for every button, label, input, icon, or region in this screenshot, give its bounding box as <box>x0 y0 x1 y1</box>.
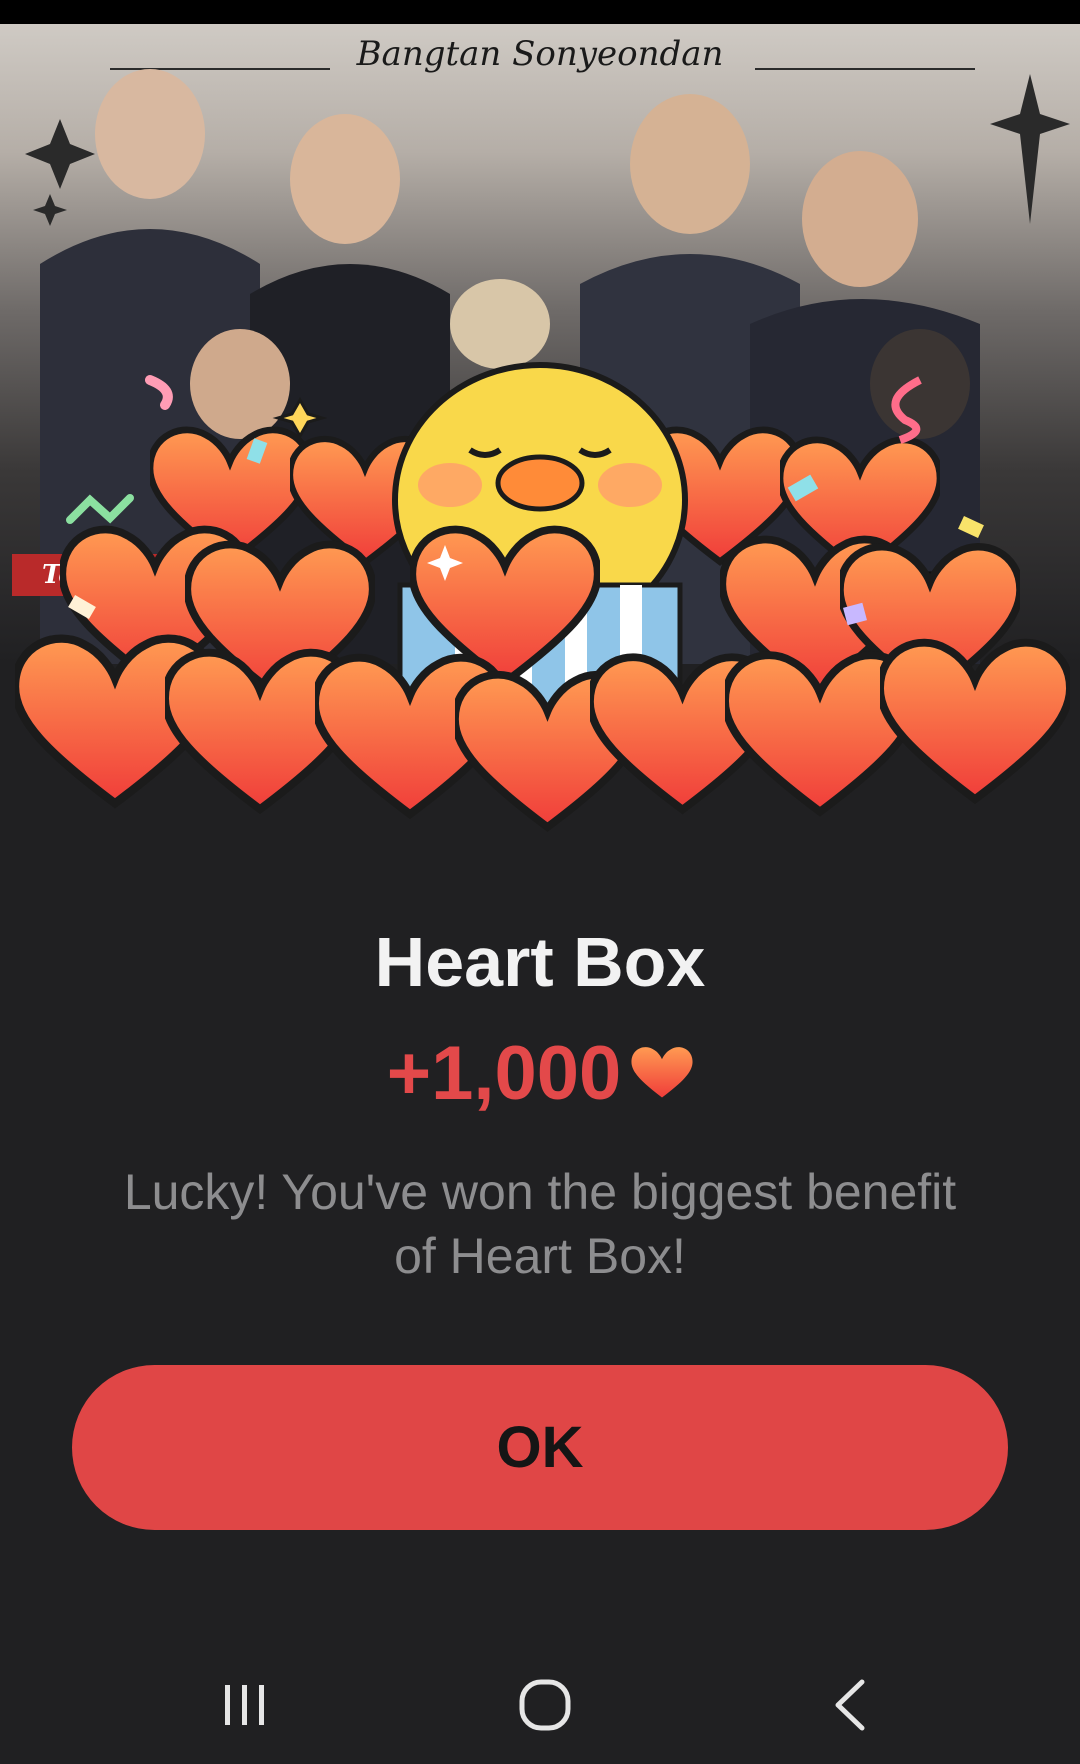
reward-amount: +1,000 <box>386 1031 622 1116</box>
person-head <box>630 94 750 234</box>
reward-message: Lucky! You've won the biggest benefit of… <box>123 1164 957 1284</box>
popup-title: Heart Box <box>374 923 706 1001</box>
heart-icon <box>631 1031 693 1118</box>
heart-box-illustration <box>0 362 1080 840</box>
sparkle-star-icon <box>990 74 1070 224</box>
person-head <box>290 114 400 244</box>
home-icon[interactable] <box>505 1670 585 1740</box>
person-head <box>450 279 550 369</box>
person-head <box>95 69 205 199</box>
recent-apps-icon[interactable] <box>205 1670 285 1740</box>
sparkle-star-icon <box>25 119 95 189</box>
system-navigation-bar <box>0 1620 1080 1764</box>
person-head <box>802 151 918 287</box>
screen: Bangtan Sonyeondan Tea TS <box>0 0 1080 1764</box>
sparkle-star-icon <box>33 194 67 226</box>
ok-button-label: OK <box>496 1415 584 1480</box>
back-icon[interactable] <box>810 1670 890 1740</box>
ok-button[interactable]: OK <box>72 1365 1008 1530</box>
heart-icon <box>880 643 1070 799</box>
reward-amount-row: +1,000 <box>0 1030 1080 1122</box>
status-bar <box>0 0 1080 24</box>
